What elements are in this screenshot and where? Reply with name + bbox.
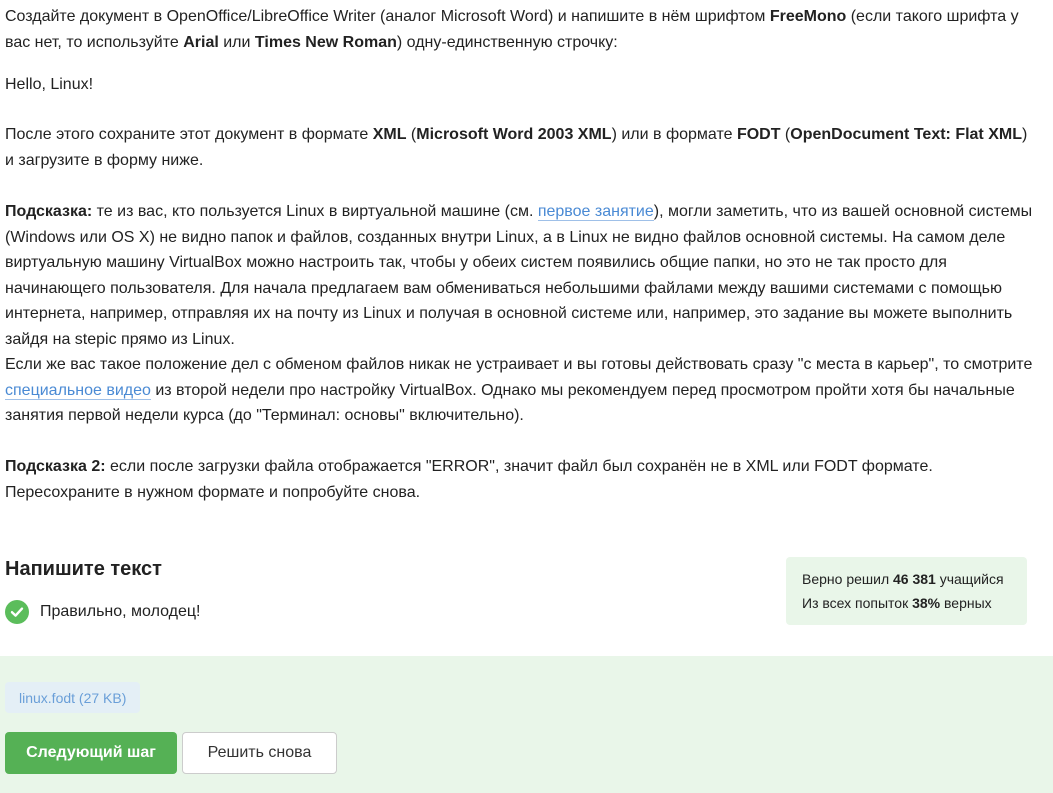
status-text: Правильно, молодец! [40,603,201,620]
text-segment: После этого сохраните этот документ в фо… [5,126,373,143]
hint-paragraph-2: Если же вас такое положение дел с обмено… [5,352,1035,429]
text-segment: ) или в формате [611,126,737,143]
instruction-paragraph-3: После этого сохраните этот документ в фо… [5,122,1035,173]
hint-paragraph-3: Подсказка 2: если после загрузки файла о… [5,454,1035,505]
hint-label: Подсказка: [5,203,93,220]
solve-stats: Верно решил 46 381 учащийся Из всех попы… [786,557,1027,625]
text-segment: или [218,33,255,51]
text-segment: если после загрузки файла отображается "… [5,458,933,501]
bold-format-name: XML [372,126,407,143]
solved-count: 46 381 [893,571,936,587]
instruction-paragraph-2: Hello, Linux! [5,76,94,93]
check-circle-icon [5,600,29,624]
stats-text: учащийся [935,571,1004,587]
task-title: Напишите текст [5,558,162,580]
success-rate: 38% [912,595,941,611]
uploaded-file-link[interactable]: linux.fodt (27 KB) [5,682,141,713]
bold-format-name: OpenDocument Text: Flat XML [790,126,1022,143]
text-segment: ( [406,126,417,143]
result-status: Правильно, молодец! [5,599,200,625]
bold-font-name: Times New Roman [254,33,397,51]
bold-format-name: Microsoft Word 2003 XML [416,126,612,143]
retry-button[interactable]: Решить снова [182,732,337,774]
hint-label: Подсказка 2: [5,458,106,475]
next-step-button[interactable]: Следующий шаг [5,732,177,774]
text-segment: ) одну-единственную строчку: [396,33,618,51]
hint-paragraph-1: Подсказка: те из вас, кто пользуется Lin… [5,199,1035,352]
special-video-link[interactable]: специальное видео [5,381,151,400]
text-segment: из второй недели про настройку VirtualBo… [5,381,1015,425]
first-lesson-link[interactable]: первое занятие [537,203,654,221]
solved-count-line: Верно решил 46 381 учащийся [802,567,1011,591]
instruction-paragraph-1: Создайте документ в OpenOffice/LibreOffi… [5,4,1035,55]
bold-font-name: Arial [183,33,219,51]
success-rate-line: Из всех попыток 38% верных [802,591,1011,615]
stats-text: верных [940,595,992,611]
text-segment: те из вас, кто пользуется Linux в виртуа… [92,203,538,220]
text-segment: ), могли заметить, что из вашей основной… [5,203,1033,348]
stats-text: Верно решил [802,571,893,587]
stats-text: Из всех попыток [802,595,913,611]
text-segment: Если же вас такое положение дел с обмено… [5,356,1033,373]
text-segment: ( [780,126,791,143]
text-segment: Создайте документ в OpenOffice/LibreOffi… [5,8,770,25]
bold-font-name: FreeMono [769,8,847,25]
bold-format-name: FODT [736,126,781,143]
